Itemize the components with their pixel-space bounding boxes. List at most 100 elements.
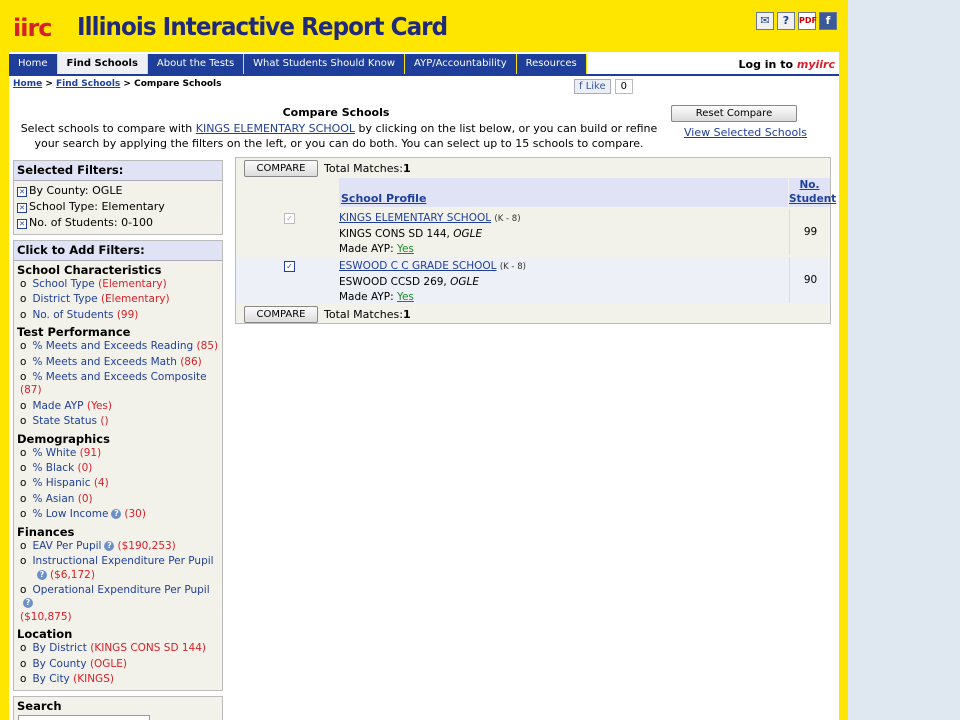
selected-filter-label: No. of Students: 0-100 [29,216,154,229]
help-icon[interactable]: ? [23,598,33,609]
selected-filter[interactable]: ✕ School Type: Elementary [14,199,222,215]
selected-filter-label: School Type: Elementary [29,200,165,213]
help-icon[interactable]: ? [777,12,795,30]
search-header: Search [17,699,62,714]
selected-filter-label: By County: OGLE [29,184,123,197]
filter-by-city[interactable]: o By City (KINGS) [14,672,222,687]
breadcrumb-home[interactable]: Home [13,79,42,89]
school-link[interactable]: KINGS ELEMENTARY SCHOOL [196,122,355,135]
student-count: 99 [789,209,831,255]
filter-school-type[interactable]: o School Type (Elementary) [14,277,222,292]
page-title: Compare Schools [282,106,390,119]
remove-filter-icon[interactable]: ✕ [17,219,27,229]
filter-operational-expenditure[interactable]: o Operational Expenditure Per Pupil? ($10,… [14,583,222,625]
filter-made-ayp[interactable]: o Made AYP (Yes) [14,399,222,414]
grade-range: (K - 8) [499,262,526,272]
county-name: OGLE [450,276,479,288]
made-ayp-link[interactable]: Yes [397,291,414,303]
page: iirc Illinois Interactive Report Card ✉ … [9,0,839,720]
made-ayp-link[interactable]: Yes [397,243,414,255]
school-name-link[interactable]: ESWOOD C C GRADE SCHOOL [339,260,497,272]
mail-icon[interactable]: ✉ [756,12,774,30]
site-title: Illinois Interactive Report Card [77,12,448,41]
col-student-label: Student [789,193,837,205]
results-panel: COMPARE Total Matches:1 School Profile N… [235,157,836,324]
tab-ayp-accountability[interactable]: AYP/Accountability [405,54,517,74]
remove-filter-icon[interactable]: ✕ [17,187,27,197]
login-link[interactable]: Log in to myiirc [739,58,836,71]
filter-asian[interactable]: o% Asian (0) [14,492,222,507]
tab-resources[interactable]: Resources [516,54,587,74]
facebook-like: f Like 0 [574,79,634,94]
grade-range: (K - 8) [494,214,521,224]
tab-home[interactable]: Home [9,54,58,74]
district-name: KINGS CONS SD 144, [339,228,450,240]
filter-instructional-expenditure[interactable]: o Instructional Expenditure Per Pupil? ($6… [14,554,222,583]
school-name-link[interactable]: KINGS ELEMENTARY SCHOOL [339,212,491,224]
filter-composite[interactable]: o% Meets and Exceeds Composite (87) [14,370,222,399]
made-ayp-label: Made AYP: [339,291,394,303]
like-count: 0 [614,79,634,94]
pdf-icon[interactable]: PDF [798,12,817,30]
filter-math[interactable]: o% Meets and Exceeds Math (86) [14,355,222,370]
school-checkbox[interactable]: ✓ [284,261,295,272]
filter-by-district[interactable]: o By District (KINGS CONS SD 144) [14,641,222,656]
filter-state-status[interactable]: o State Status () [14,414,222,429]
filter-sidebar: Selected Filters: ✕ By County: OGLE ✕ Scho… [13,160,223,720]
total-matches-top: Total Matches:1 [324,162,411,175]
like-label: Like [585,81,606,92]
compare-description: Select schools to compare with KINGS ELE… [15,121,663,151]
remove-filter-icon[interactable]: ✕ [17,203,27,213]
help-icon[interactable]: ? [37,569,47,580]
view-selected-schools-link[interactable]: View Selected Schools [684,126,807,139]
section-finances: Finances [17,524,75,539]
school-checkbox[interactable]: ✓ [284,213,295,224]
breadcrumb-sep: > [45,79,53,89]
selected-filters-box: Selected Filters: ✕ By County: OGLE ✕ Scho… [13,160,223,235]
school-info: ESWOOD C C GRADE SCHOOL (K - 8) ESWOOD C… [339,259,788,305]
iirc-logo[interactable]: iirc [13,14,53,42]
compare-button-top[interactable]: COMPARE [244,160,318,177]
search-input[interactable] [18,715,150,720]
district-name: ESWOOD CCSD 269, [339,276,447,288]
filter-reading[interactable]: o% Meets and Exceeds Reading (85) [14,339,222,354]
filter-hispanic[interactable]: o% Hispanic (4) [14,476,222,491]
tab-find-schools[interactable]: Find Schools [57,54,148,74]
selected-filter[interactable]: ✕ By County: OGLE [14,183,222,199]
header: iirc Illinois Interactive Report Card ✉ … [9,0,839,52]
tab-about-the-tests[interactable]: About the Tests [147,54,245,74]
add-filters-header: Click to Add Filters: [14,241,222,261]
filter-low-income[interactable]: o% Low Income? (30) [14,507,222,522]
breadcrumb-current: Compare Schools [134,79,222,89]
breadcrumb: Home > Find Schools > Compare Schools [13,79,222,89]
filter-district-type[interactable]: o District Type (Elementary) [14,292,222,307]
breadcrumb-find-schools[interactable]: Find Schools [56,79,120,89]
section-location: Location [17,627,73,642]
add-filters-box: Click to Add Filters: School Characteris… [13,240,223,692]
tab-what-students-should-know[interactable]: What Students Should Know [244,54,406,74]
filter-eav-per-pupil[interactable]: o EAV Per Pupil? ($190,253) [14,539,222,554]
county-name: OGLE [453,228,483,240]
facebook-small-icon: f [579,81,586,92]
made-ayp-label: Made AYP: [339,243,394,255]
header-icons: ✉ ? PDF f [756,12,837,30]
filter-white[interactable]: o% White (91) [14,446,222,461]
section-school-characteristics: School Characteristics [17,263,162,277]
filter-black[interactable]: o% Black (0) [14,461,222,476]
col-no-students[interactable]: No. Student [789,178,836,207]
selected-filter[interactable]: ✕ No. of Students: 0-100 [14,215,222,231]
reset-compare-button[interactable]: Reset Compare [671,105,797,122]
help-icon[interactable]: ? [104,540,115,551]
filter-by-county[interactable]: o By County (OGLE) [14,657,222,672]
total-matches-bottom: Total Matches:1 [324,308,411,321]
table-row: ✓ ESWOOD C C GRADE SCHOOL (K - 8) ESWOOD… [236,257,830,303]
main-nav: Home Find Schools About the Tests What S… [9,54,587,74]
filter-no-of-students[interactable]: o No. of Students (99) [14,308,222,323]
like-button[interactable]: f Like [574,79,611,94]
nav-divider [9,74,839,76]
facebook-icon[interactable]: f [819,12,837,30]
compare-button-bottom[interactable]: COMPARE [244,306,318,323]
col-school-profile[interactable]: School Profile [341,192,426,205]
col-no-label: No. [799,179,820,191]
help-icon[interactable]: ? [111,509,122,520]
